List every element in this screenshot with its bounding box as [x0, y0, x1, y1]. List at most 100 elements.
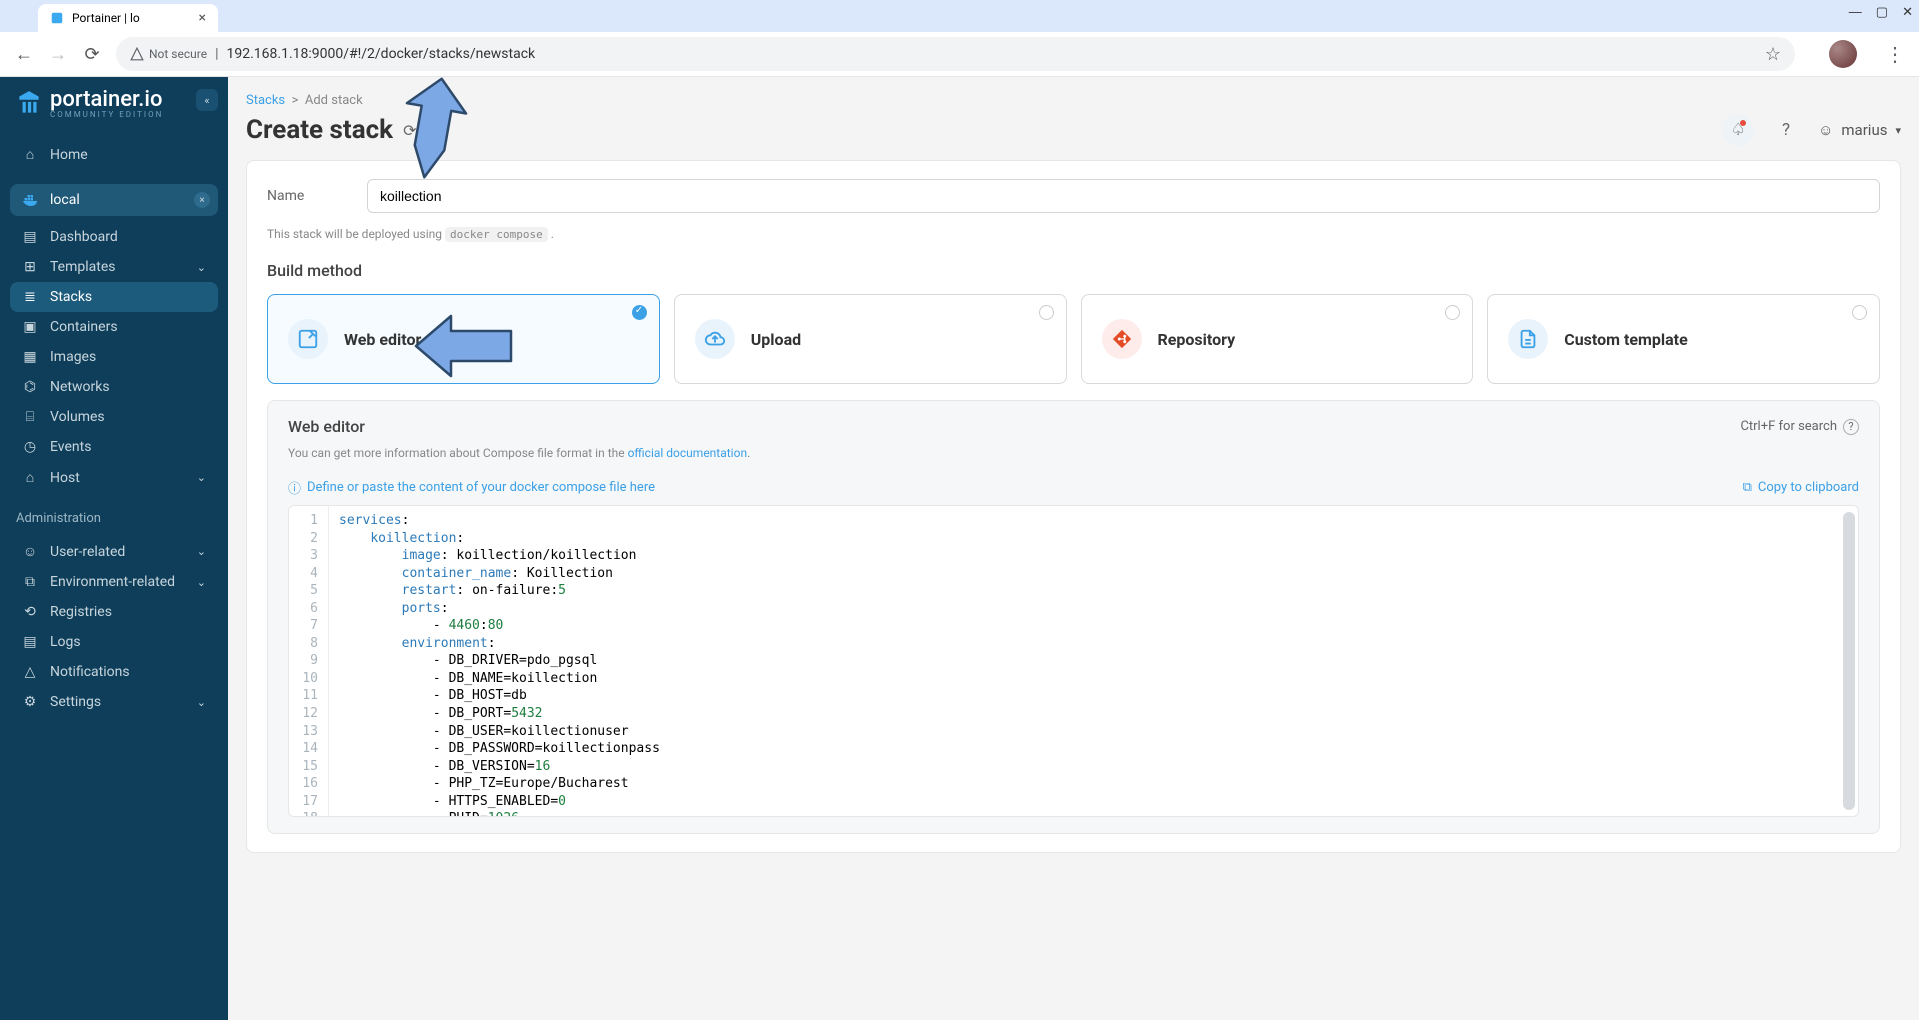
sidebar-item-label: Logs: [50, 634, 81, 650]
sidebar-item-networks[interactable]: ⌬ Networks: [10, 372, 218, 402]
chevron-down-icon: ⌄: [197, 696, 206, 709]
browser-chrome: Portainer | lo × — ▢ ✕: [0, 0, 1919, 32]
sidebar-item-label: Containers: [50, 319, 118, 335]
breadcrumb: Stacks > Add stack: [246, 77, 1901, 114]
copy-to-clipboard-button[interactable]: ⧉ Copy to clipboard: [1743, 480, 1859, 495]
back-button[interactable]: ←: [14, 44, 34, 65]
logo[interactable]: portainer.io COMMUNITY EDITION: [0, 89, 179, 135]
bookmark-star-icon[interactable]: ☆: [1765, 44, 1781, 65]
sidebar-item-settings[interactable]: ⚙Settings⌄: [10, 687, 218, 717]
url-text: 192.168.1.18:9000/#!/2/docker/stacks/new…: [227, 46, 536, 62]
sidebar-collapse-button[interactable]: «: [196, 89, 218, 111]
user-menu[interactable]: ☺ marius ▾: [1818, 121, 1901, 139]
sidebar: portainer.io COMMUNITY EDITION « ⌂ Home …: [0, 77, 228, 1020]
stack-name-input[interactable]: [367, 179, 1880, 213]
build-method-web-editor[interactable]: Web editor: [267, 294, 660, 384]
sidebar-item-registries[interactable]: ⟲ Registries: [10, 597, 218, 627]
tab-title: Portainer | lo: [72, 11, 140, 25]
web-editor-title: Web editor: [288, 417, 365, 436]
forward-button[interactable]: →: [48, 44, 68, 65]
sidebar-item-host[interactable]: ⌂Host⌄: [10, 462, 218, 493]
portainer-logo-icon: [16, 89, 42, 119]
sidebar-item-dashboard[interactable]: ▤ Dashboard: [10, 222, 218, 252]
nav-icon: ◷: [22, 439, 38, 455]
chevron-down-icon: ⌄: [197, 261, 206, 274]
sidebar-item-label: Dashboard: [50, 229, 118, 245]
help-icon[interactable]: ?: [1843, 419, 1859, 435]
notifications-bell-icon[interactable]: ♤: [1722, 114, 1754, 146]
sidebar-item-environment-related[interactable]: ⧉Environment-related⌄: [10, 567, 218, 597]
not-secure-indicator: Not secure: [130, 47, 207, 61]
sidebar-item-images[interactable]: ▦Images: [10, 342, 218, 372]
window-maximize-icon[interactable]: ▢: [1876, 4, 1888, 20]
breadcrumb-leaf: Add stack: [305, 93, 363, 108]
code-area[interactable]: services: koillection: image: koillectio…: [329, 506, 1858, 816]
web-editor-panel: Web editor Ctrl+F for search ? You can g…: [267, 400, 1880, 834]
sidebar-item-label: User-related: [50, 544, 125, 560]
name-label: Name: [267, 188, 367, 204]
nav-icon: ⌸: [22, 409, 38, 425]
help-icon[interactable]: ?: [1770, 114, 1802, 146]
web-editor-icon: [288, 319, 328, 359]
profile-avatar[interactable]: [1829, 40, 1857, 68]
window-close-icon[interactable]: ✕: [1902, 4, 1913, 20]
environment-chip[interactable]: local ×: [10, 184, 218, 216]
method-label: Web editor: [344, 330, 421, 349]
editor-hint: You can get more information about Compo…: [288, 446, 1859, 460]
template-icon: [1508, 319, 1548, 359]
code-editor[interactable]: 1234567891011121314151617181920 services…: [288, 505, 1859, 817]
nav-icon: ≣: [22, 289, 38, 305]
sidebar-item-containers[interactable]: ▣Containers: [10, 312, 218, 342]
stack-form-card: Name This stack will be deployed using d…: [246, 160, 1901, 853]
nav-icon: ⟲: [22, 604, 38, 620]
browser-tab[interactable]: Portainer | lo ×: [38, 4, 218, 32]
sidebar-item-label: Settings: [50, 694, 101, 710]
sidebar-item-logs[interactable]: ▤ Logs: [10, 627, 218, 657]
chevron-down-icon: ⌄: [197, 576, 206, 589]
upload-icon: [695, 319, 735, 359]
sidebar-item-label: Stacks: [50, 289, 92, 305]
sidebar-item-user-related[interactable]: ☺User-related⌄: [10, 536, 218, 567]
reload-button[interactable]: ⟳: [82, 44, 102, 65]
sidebar-item-notifications[interactable]: △Notifications: [10, 657, 218, 687]
refresh-icon[interactable]: ⟳: [403, 121, 416, 140]
nav-icon: ⌬: [22, 379, 38, 395]
docker-icon: [22, 193, 40, 207]
nav-icon: ▤: [22, 634, 38, 650]
sidebar-item-stacks[interactable]: ≣ Stacks: [10, 282, 218, 312]
build-method-heading: Build method: [267, 261, 1880, 280]
method-label: Repository: [1158, 330, 1236, 349]
info-icon: ⓘ: [288, 478, 301, 497]
sidebar-item-home[interactable]: ⌂ Home: [10, 139, 218, 170]
build-method-repository[interactable]: Repository: [1081, 294, 1474, 384]
sidebar-item-templates[interactable]: ⊞ Templates ⌄: [10, 252, 218, 282]
build-method-custom-template[interactable]: Custom template: [1487, 294, 1880, 384]
compose-placeholder-hint: ⓘ Define or paste the content of your do…: [288, 478, 655, 497]
tab-close-icon[interactable]: ×: [199, 10, 206, 26]
build-method-upload[interactable]: Upload: [674, 294, 1067, 384]
sidebar-item-events[interactable]: ◷ Events: [10, 432, 218, 462]
nav-icon: ▤: [22, 229, 38, 245]
breadcrumb-root[interactable]: Stacks: [246, 93, 285, 108]
deploy-helper-text: This stack will be deployed using docker…: [267, 227, 1880, 241]
git-icon: [1102, 319, 1142, 359]
official-documentation-link[interactable]: official documentation: [628, 446, 748, 460]
browser-toolbar: ← → ⟳ Not secure | 192.168.1.18:9000/#!/…: [0, 32, 1919, 77]
scrollbar[interactable]: [1843, 512, 1855, 810]
warning-icon: [130, 47, 144, 61]
nav-icon: ⊞: [22, 259, 38, 275]
window-minimize-icon[interactable]: —: [1849, 4, 1862, 20]
page-title: Create stack: [246, 115, 393, 145]
sidebar-item-label: Events: [50, 439, 91, 455]
method-label: Upload: [751, 330, 801, 349]
sidebar-item-volumes[interactable]: ⌸Volumes: [10, 402, 218, 432]
sidebar-item-label: Registries: [50, 604, 112, 620]
administration-heading: Administration: [0, 497, 228, 532]
url-bar[interactable]: Not secure | 192.168.1.18:9000/#!/2/dock…: [116, 37, 1795, 71]
search-hint: Ctrl+F for search ?: [1740, 419, 1859, 435]
sidebar-item-label: Templates: [50, 259, 116, 275]
environment-close-icon[interactable]: ×: [194, 192, 210, 208]
sidebar-item-label: Networks: [50, 379, 110, 395]
copy-icon: ⧉: [1743, 480, 1752, 495]
kebab-menu-icon[interactable]: ⋮: [1885, 42, 1905, 66]
